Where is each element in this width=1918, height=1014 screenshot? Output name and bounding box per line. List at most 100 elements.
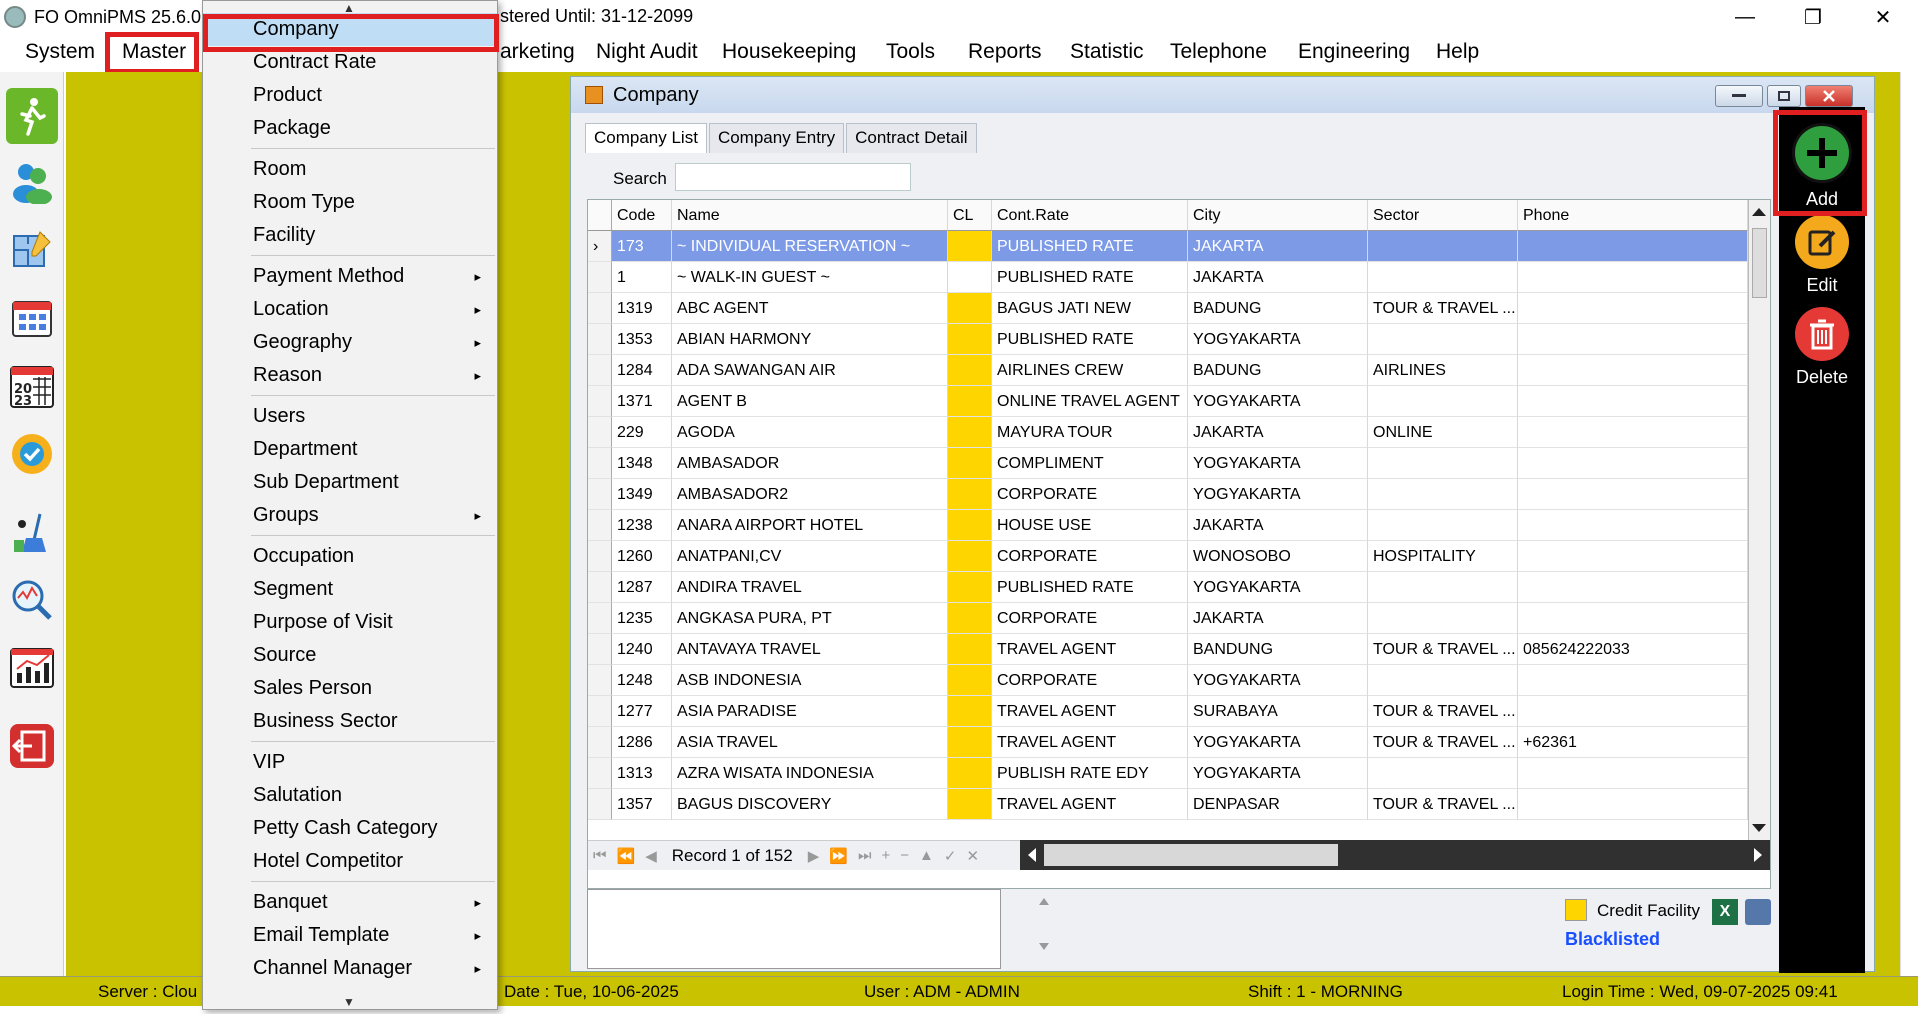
cell-cl[interactable]: [948, 262, 992, 293]
row-header[interactable]: [588, 727, 612, 758]
row-header[interactable]: [588, 293, 612, 324]
cell-code[interactable]: 1319: [612, 293, 672, 324]
cell-city[interactable]: YOGYAKARTA: [1188, 479, 1368, 510]
menu-item-occupation[interactable]: Occupation: [203, 540, 497, 573]
cell-name[interactable]: ANGKASA PURA, PT: [672, 603, 948, 634]
table-row[interactable]: 1287 ANDIRA TRAVEL PUBLISHED RATE YOGYAKART…: [588, 572, 1748, 603]
grid-horizontal-scrollbar[interactable]: [1020, 840, 1770, 870]
memo-scroll-arrows[interactable]: [1037, 895, 1051, 955]
tab-company-entry[interactable]: Company Entry: [708, 123, 845, 153]
cell-name[interactable]: AGODA: [672, 417, 948, 448]
window-minimize-button[interactable]: [1715, 85, 1763, 107]
row-header[interactable]: [588, 510, 612, 541]
cell-cl[interactable]: [948, 479, 992, 510]
cell-name[interactable]: ABIAN HARMONY: [672, 324, 948, 355]
column-header-sector[interactable]: Sector: [1368, 200, 1518, 231]
cell-code[interactable]: 1277: [612, 696, 672, 727]
cell-name[interactable]: ANDIRA TRAVEL: [672, 572, 948, 603]
column-header-code[interactable]: Code: [612, 200, 672, 231]
cell-sector[interactable]: ONLINE: [1368, 417, 1518, 448]
window-close-button[interactable]: [1805, 85, 1853, 107]
grid-horizontal-thumb[interactable]: [1044, 844, 1338, 866]
window-maximize-button[interactable]: [1767, 85, 1801, 107]
cell-code[interactable]: 1371: [612, 386, 672, 417]
cell-cont-rate[interactable]: TRAVEL AGENT: [992, 789, 1188, 820]
table-row[interactable]: › 173 ~ INDIVIDUAL RESERVATION ~ PUBLISHED …: [588, 231, 1748, 262]
floor-plan-icon[interactable]: [6, 222, 58, 278]
cell-cl[interactable]: [948, 386, 992, 417]
cell-phone[interactable]: [1518, 262, 1748, 293]
cell-cont-rate[interactable]: PUBLISHED RATE: [992, 324, 1188, 355]
menu-item-banquet[interactable]: Banquet ▸: [203, 886, 497, 919]
menu-item-groups[interactable]: Groups ▸: [203, 499, 497, 532]
cell-cl[interactable]: [948, 417, 992, 448]
row-header[interactable]: [588, 665, 612, 696]
row-header[interactable]: [588, 417, 612, 448]
calendar-year-icon[interactable]: 20 23: [6, 358, 58, 414]
row-header[interactable]: ›: [588, 231, 612, 262]
menu-item-business-sector[interactable]: Business Sector: [203, 705, 497, 738]
menu-item-source[interactable]: Source: [203, 639, 497, 672]
table-row[interactable]: 1248 ASB INDONESIA CORPORATE YOGYAKARTA: [588, 665, 1748, 696]
cell-cl[interactable]: [948, 758, 992, 789]
row-header[interactable]: [588, 789, 612, 820]
table-row[interactable]: 1349 AMBASADOR2 CORPORATE YOGYAKARTA: [588, 479, 1748, 510]
menu-item-channel-manager[interactable]: Channel Manager ▸: [203, 952, 497, 985]
cell-name[interactable]: ABC AGENT: [672, 293, 948, 324]
menu-item-room-type[interactable]: Room Type: [203, 186, 497, 219]
menu-system[interactable]: System: [25, 40, 95, 64]
cell-name[interactable]: AZRA WISATA INDONESIA: [672, 758, 948, 789]
cell-cont-rate[interactable]: CORPORATE: [992, 541, 1188, 572]
row-header[interactable]: [588, 355, 612, 386]
confirm-record-icon[interactable]: ✓: [944, 847, 957, 865]
menu-reports[interactable]: Reports: [968, 40, 1042, 64]
column-header-city[interactable]: City: [1188, 200, 1368, 231]
menu-scroll-down-icon[interactable]: ▼: [343, 995, 355, 1009]
table-row[interactable]: 1313 AZRA WISATA INDONESIA PUBLISH RATE ED…: [588, 758, 1748, 789]
menu-item-hotel-competitor[interactable]: Hotel Competitor: [203, 845, 497, 878]
cell-phone[interactable]: [1518, 448, 1748, 479]
cell-code[interactable]: 1286: [612, 727, 672, 758]
cell-cont-rate[interactable]: BAGUS JATI NEW: [992, 293, 1188, 324]
menu-item-email-template[interactable]: Email Template ▸: [203, 919, 497, 952]
cell-cont-rate[interactable]: PUBLISHED RATE: [992, 572, 1188, 603]
menu-item-payment-method[interactable]: Payment Method ▸: [203, 260, 497, 293]
prev-record-icon[interactable]: ◀: [645, 847, 657, 865]
table-row[interactable]: 1357 BAGUS DISCOVERY TRAVEL AGENT DENPASAR T…: [588, 789, 1748, 820]
cell-cl[interactable]: [948, 603, 992, 634]
row-header[interactable]: [588, 758, 612, 789]
cell-name[interactable]: ASIA TRAVEL: [672, 727, 948, 758]
cell-sector[interactable]: [1368, 448, 1518, 479]
grid-vertical-scrollbar[interactable]: [1748, 200, 1770, 840]
cell-cont-rate[interactable]: PUBLISH RATE EDY: [992, 758, 1188, 789]
column-header-name[interactable]: Name: [672, 200, 948, 231]
cell-code[interactable]: 1240: [612, 634, 672, 665]
close-button[interactable]: ✕: [1848, 0, 1918, 34]
menu-night-audit[interactable]: Night Audit: [596, 40, 698, 64]
cell-sector[interactable]: [1368, 572, 1518, 603]
cell-city[interactable]: JAKARTA: [1188, 231, 1368, 262]
menu-telephone[interactable]: Telephone: [1170, 40, 1267, 64]
cell-code[interactable]: 1287: [612, 572, 672, 603]
cell-cont-rate[interactable]: PUBLISHED RATE: [992, 262, 1188, 293]
menu-marketing[interactable]: arketing: [500, 40, 575, 64]
column-header-cl[interactable]: CL: [948, 200, 992, 231]
cell-cont-rate[interactable]: MAYURA TOUR: [992, 417, 1188, 448]
cell-phone[interactable]: [1518, 231, 1748, 262]
row-header[interactable]: [588, 386, 612, 417]
cell-cl[interactable]: [948, 572, 992, 603]
menu-tools[interactable]: Tools: [886, 40, 935, 64]
statistics-chart-icon[interactable]: [6, 640, 58, 696]
menu-item-department[interactable]: Department: [203, 433, 497, 466]
cell-city[interactable]: BADUNG: [1188, 293, 1368, 324]
cell-cl[interactable]: [948, 448, 992, 479]
desktop-scrollbar[interactable]: [1900, 72, 1918, 976]
cell-sector[interactable]: [1368, 479, 1518, 510]
table-row[interactable]: 1353 ABIAN HARMONY PUBLISHED RATE YOGYAKART…: [588, 324, 1748, 355]
availability-badge-icon[interactable]: [6, 426, 58, 482]
table-row[interactable]: 1348 AMBASADOR COMPLIMENT YOGYAKARTA: [588, 448, 1748, 479]
cell-phone[interactable]: [1518, 572, 1748, 603]
menu-item-reason[interactable]: Reason ▸: [203, 359, 497, 392]
cell-cont-rate[interactable]: CORPORATE: [992, 479, 1188, 510]
table-row[interactable]: 1319 ABC AGENT BAGUS JATI NEW BADUNG TOUR & …: [588, 293, 1748, 324]
